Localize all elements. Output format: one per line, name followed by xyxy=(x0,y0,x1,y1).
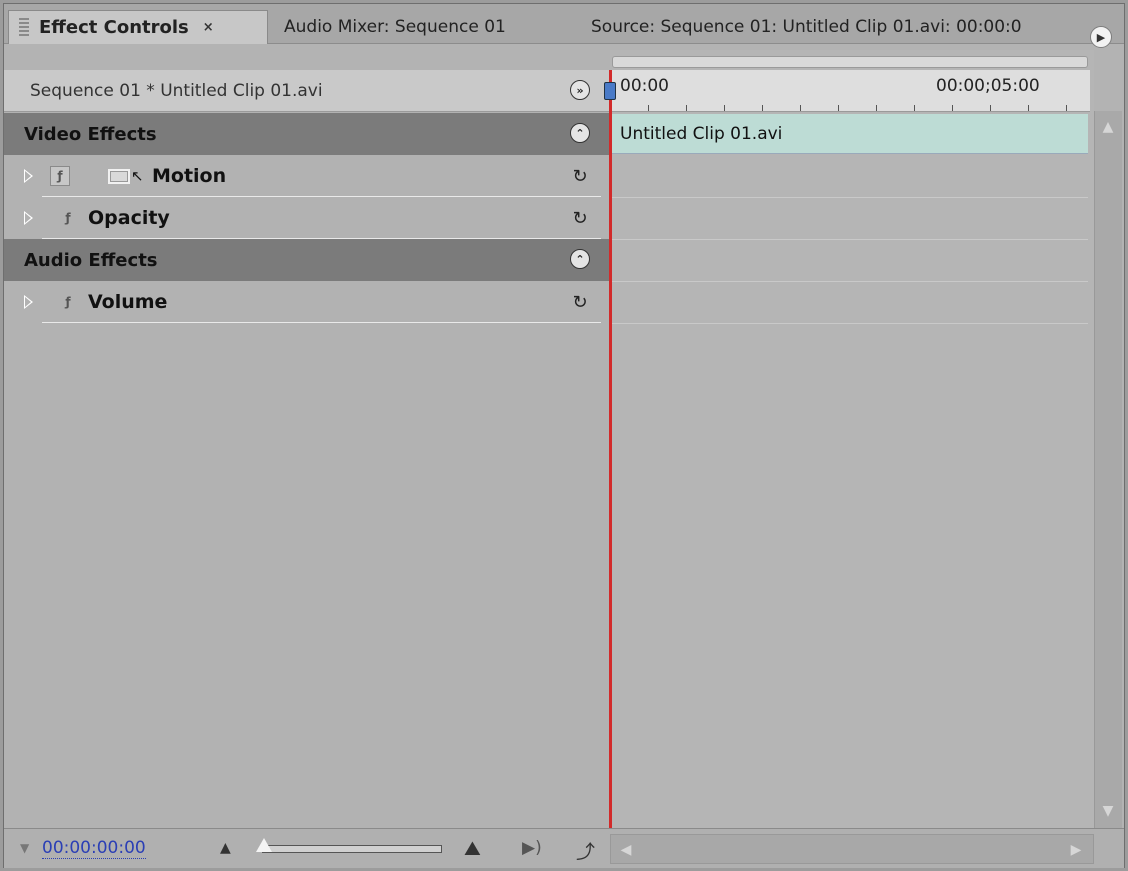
clip-bar[interactable]: Untitled Clip 01.avi xyxy=(610,114,1088,154)
play-icon: ▶ xyxy=(1096,30,1106,44)
zoom-in-icon[interactable]: ⛰ xyxy=(464,836,481,860)
ruler-mark-label: 00:00;05:00 xyxy=(936,76,1040,96)
expand-volume-icon[interactable] xyxy=(24,295,33,309)
show-hide-timeline-button[interactable]: » xyxy=(570,80,590,100)
transform-icon[interactable]: ↖ xyxy=(108,167,144,185)
video-effects-header: Video Effects ⌃ xyxy=(4,113,609,155)
reset-motion-button[interactable]: ↻ xyxy=(569,165,591,187)
vertical-scrollbar[interactable]: ▲ ▼ xyxy=(1094,111,1122,828)
loop-audio-icon[interactable]: ⤴ xyxy=(576,837,595,864)
effect-timeline[interactable]: 00:00 00:00;05:00 Untitled Clip 01.avi xyxy=(610,50,1094,828)
clip-name: Untitled Clip 01.avi xyxy=(620,123,783,144)
toggle-effect-volume[interactable]: ƒ xyxy=(58,292,78,312)
zoom-slider-thumb[interactable] xyxy=(256,838,272,852)
scroll-up-icon[interactable]: ▲ xyxy=(1097,115,1119,139)
expand-opacity-icon[interactable] xyxy=(24,211,33,225)
scroll-right-icon[interactable]: ▶ xyxy=(1065,838,1087,862)
section-title: Video Effects xyxy=(24,123,157,145)
fx-icon: ƒ xyxy=(65,211,71,225)
effect-row-opacity[interactable]: ƒ Opacity ↻ xyxy=(4,197,609,239)
zoom-slider[interactable] xyxy=(262,845,442,853)
close-tab-button[interactable]: × xyxy=(203,20,214,35)
timecode-menu-icon[interactable]: ▼ xyxy=(20,841,29,855)
effect-label: Opacity xyxy=(88,207,170,229)
collapse-audio-effects-button[interactable]: ⌃ xyxy=(570,249,590,269)
playhead-line[interactable] xyxy=(609,70,612,828)
audio-effects-header: Audio Effects ⌃ xyxy=(4,239,609,281)
tab-label: Audio Mixer: Sequence 01 xyxy=(284,17,506,37)
ruler-start-label: 00:00 xyxy=(620,76,669,96)
reset-opacity-button[interactable]: ↻ xyxy=(569,207,591,229)
reset-volume-button[interactable]: ↻ xyxy=(569,291,591,313)
current-time-display[interactable]: 00:00:00:00 xyxy=(42,838,146,859)
effect-row-motion[interactable]: ƒ ↖ Motion ↻ xyxy=(4,155,609,197)
scroll-down-icon[interactable]: ▼ xyxy=(1097,799,1119,823)
tab-label: Effect Controls xyxy=(39,17,189,38)
zoom-out-icon[interactable]: ▲ xyxy=(220,840,231,856)
toggle-effect-motion[interactable]: ƒ xyxy=(50,166,70,186)
expand-motion-icon[interactable] xyxy=(24,169,33,183)
tab-effect-controls[interactable]: Effect Controls × xyxy=(8,10,268,44)
play-audio-icon[interactable]: ▶) xyxy=(522,838,542,858)
panel-menu-button[interactable]: ▶ xyxy=(1090,26,1112,48)
collapse-video-effects-button[interactable]: ⌃ xyxy=(570,123,590,143)
scroll-left-icon[interactable]: ◀ xyxy=(615,838,637,862)
panel-tab-bar: Effect Controls × Audio Mixer: Sequence … xyxy=(4,4,1124,48)
grip-icon[interactable] xyxy=(19,17,29,38)
effect-label: Volume xyxy=(88,291,168,313)
effect-label: Motion xyxy=(152,165,227,187)
effect-controls-panel: Effect Controls × Audio Mixer: Sequence … xyxy=(3,3,1125,868)
sequence-clip-row: Sequence 01 * Untitled Clip 01.avi » xyxy=(4,70,609,112)
section-title: Audio Effects xyxy=(24,249,158,271)
time-ruler[interactable]: 00:00 00:00;05:00 xyxy=(610,70,1090,112)
sequence-clip-label: Sequence 01 * Untitled Clip 01.avi xyxy=(30,80,323,101)
effect-row-volume[interactable]: ƒ Volume ↻ xyxy=(4,281,609,323)
tab-label: Source: Sequence 01: Untitled Clip 01.av… xyxy=(591,17,1022,37)
tab-source[interactable]: Source: Sequence 01: Untitled Clip 01.av… xyxy=(591,10,1078,44)
bottom-toolbar: ▼ 00:00:00:00 ▲ ⛰ ▶) ⤴ ◀ ▶ xyxy=(4,828,1124,868)
fx-icon: ƒ xyxy=(65,295,71,309)
effects-list: Sequence 01 * Untitled Clip 01.avi » Vid… xyxy=(4,70,609,828)
toggle-effect-opacity[interactable]: ƒ xyxy=(58,208,78,228)
fx-icon: ƒ xyxy=(57,169,63,183)
horizontal-scrollbar[interactable]: ◀ ▶ xyxy=(610,834,1094,864)
playhead-handle[interactable] xyxy=(604,82,616,100)
timeline-zoom-bar[interactable] xyxy=(612,56,1088,68)
tab-audio-mixer[interactable]: Audio Mixer: Sequence 01 xyxy=(284,10,506,44)
